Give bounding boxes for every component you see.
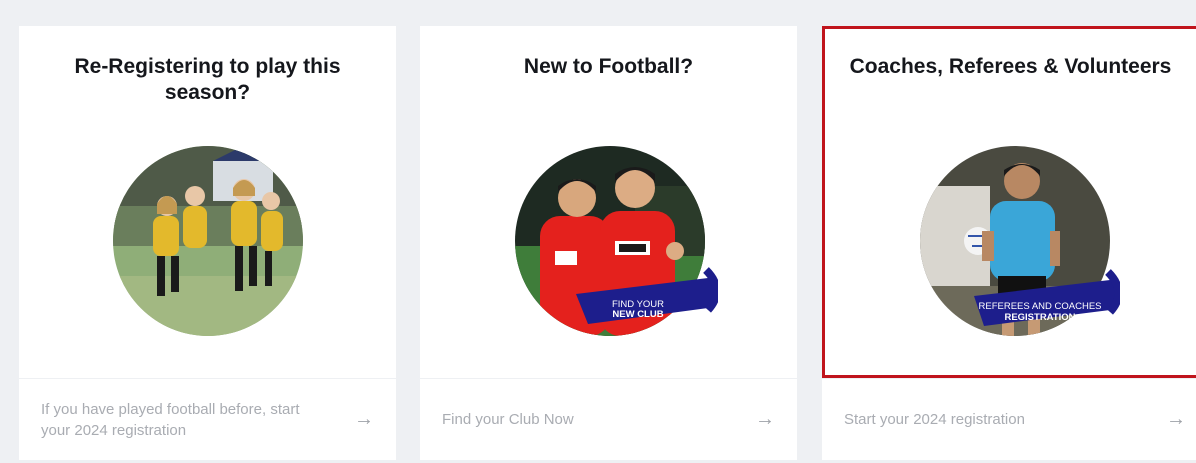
- arrow-right-icon[interactable]: →: [354, 379, 374, 460]
- card-footer-link[interactable]: Start your 2024 registration →: [822, 378, 1196, 460]
- arrow-right-icon[interactable]: →: [755, 379, 775, 460]
- find-new-club-badge: FIND YOUR NEW CLUB: [558, 266, 718, 324]
- badge-line-2: REGISTRATION: [1004, 312, 1076, 323]
- card-body-highlighted[interactable]: Coaches, Referees & Volunteers REFEREES …: [822, 26, 1196, 378]
- card-new-to-football[interactable]: New to Football? FIND YOUR NEW CLUB Find…: [420, 26, 797, 460]
- referees-coaches-registration-badge: REFEREES AND COACHES REGISTRATION: [960, 266, 1120, 326]
- arrow-right-icon[interactable]: →: [1166, 379, 1186, 460]
- card-re-registering[interactable]: Re-Registering to play this season? If y…: [19, 26, 396, 460]
- card-title: Re-Registering to play this season?: [74, 55, 341, 104]
- card-footer-text: If you have played football before, star…: [41, 400, 300, 439]
- card-body[interactable]: New to Football? FIND YOUR NEW CLUB: [420, 26, 797, 378]
- card-coaches-referees-volunteers[interactable]: Coaches, Referees & Volunteers REFEREES …: [822, 26, 1196, 460]
- badge-line-1: REFEREES AND COACHES: [978, 301, 1102, 312]
- card-footer-text: Find your Club Now: [442, 411, 574, 428]
- badge-line-2: NEW CLUB: [612, 309, 664, 320]
- card-footer-link[interactable]: Find your Club Now →: [420, 378, 797, 460]
- card-footer-text: Start your 2024 registration: [844, 411, 1025, 428]
- girls-team-photo: [113, 146, 303, 336]
- card-title: New to Football?: [523, 55, 694, 78]
- card-body[interactable]: Re-Registering to play this season?: [19, 26, 396, 378]
- card-footer-link[interactable]: If you have played football before, star…: [19, 378, 396, 460]
- card-title: Coaches, Referees & Volunteers: [849, 55, 1172, 78]
